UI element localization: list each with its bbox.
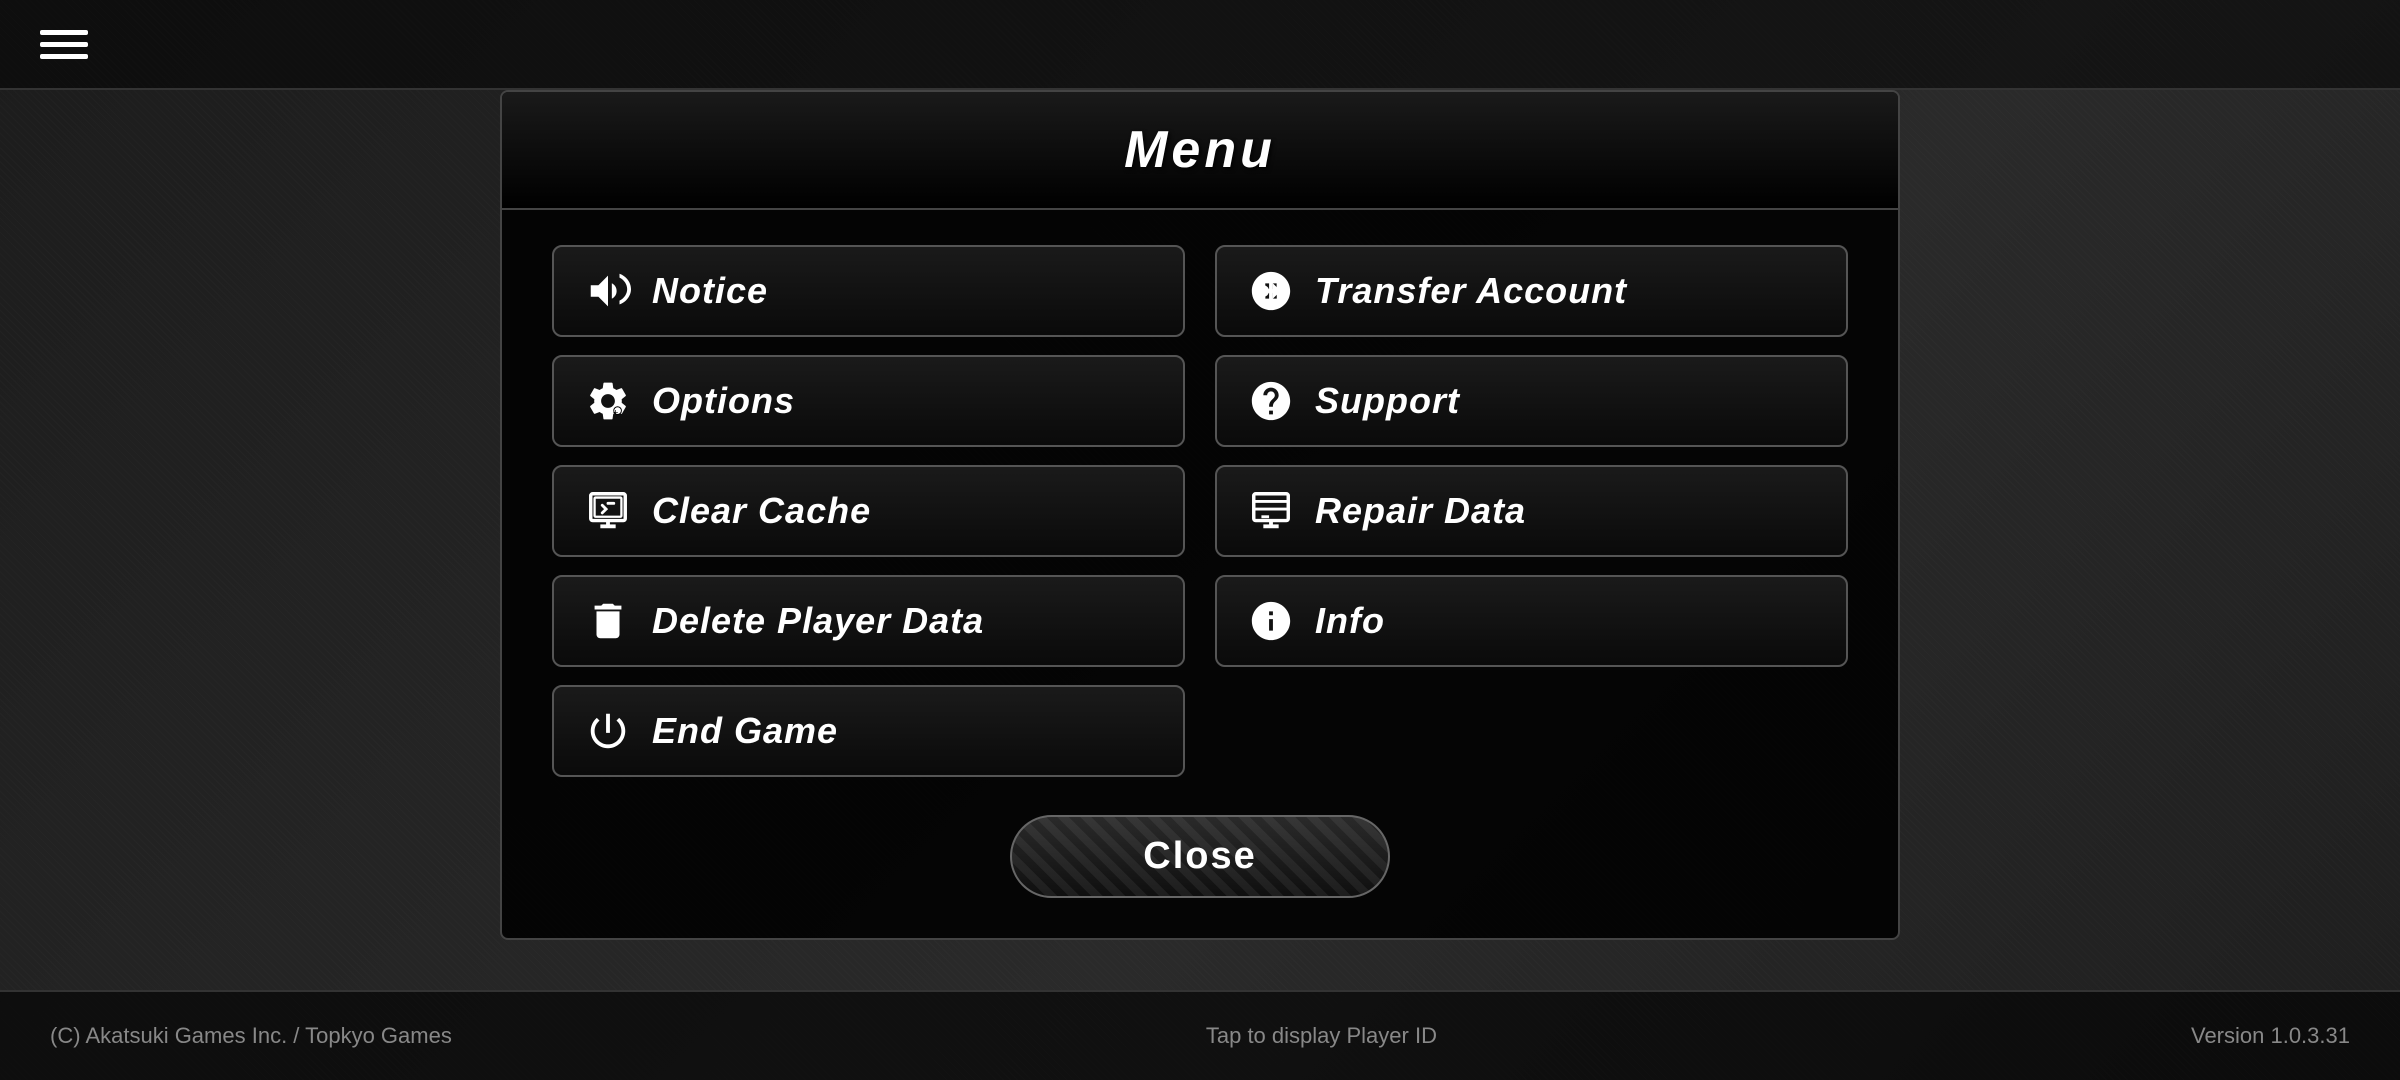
trash-icon <box>582 595 634 647</box>
question-icon <box>1245 375 1297 427</box>
menu-title-bar: Menu <box>502 92 1898 210</box>
support-button[interactable]: Support <box>1215 355 1848 447</box>
repair-data-label: Repair Data <box>1315 490 1526 532</box>
options-button[interactable]: + Options <box>552 355 1185 447</box>
options-label: Options <box>652 380 795 422</box>
delete-player-data-label: Delete Player Data <box>652 600 984 642</box>
close-row: Close <box>502 815 1898 898</box>
info-button[interactable]: Info <box>1215 575 1848 667</box>
gear-icon: + <box>582 375 634 427</box>
transfer-account-label: Transfer Account <box>1315 270 1627 312</box>
close-button[interactable]: Close <box>1010 815 1390 898</box>
bottom-bar: (C) Akatsuki Games Inc. / Topkyo Games T… <box>0 990 2400 1080</box>
end-game-button[interactable]: End Game <box>552 685 1185 777</box>
end-game-label: End Game <box>652 710 838 752</box>
close-label: Close <box>1143 835 1256 877</box>
version-text: Version 1.0.3.31 <box>2191 1023 2350 1049</box>
repair-data-button[interactable]: Repair Data <box>1215 465 1848 557</box>
player-id-tap-text[interactable]: Tap to display Player ID <box>1206 1023 1437 1049</box>
menu-grid: Notice Transfer Account + <box>502 210 1898 787</box>
info-icon <box>1245 595 1297 647</box>
notice-label: Notice <box>652 270 768 312</box>
repair-icon <box>1245 485 1297 537</box>
hamburger-menu-button[interactable] <box>40 30 88 59</box>
info-label: Info <box>1315 600 1385 642</box>
megaphone-icon <box>582 265 634 317</box>
transfer-account-button[interactable]: Transfer Account <box>1215 245 1848 337</box>
delete-player-data-button[interactable]: Delete Player Data <box>552 575 1185 667</box>
transfer-icon <box>1245 265 1297 317</box>
notice-button[interactable]: Notice <box>552 245 1185 337</box>
copyright-text: (C) Akatsuki Games Inc. / Topkyo Games <box>50 1023 452 1049</box>
power-icon <box>582 705 634 757</box>
top-bar <box>0 0 2400 90</box>
menu-dialog: Menu Notice Transfer Acc <box>500 90 1900 940</box>
clear-cache-label: Clear Cache <box>652 490 871 532</box>
support-label: Support <box>1315 380 1460 422</box>
clear-cache-button[interactable]: Clear Cache <box>552 465 1185 557</box>
clear-cache-icon <box>582 485 634 537</box>
menu-title: Menu <box>502 120 1898 180</box>
svg-text:+: + <box>613 407 619 418</box>
